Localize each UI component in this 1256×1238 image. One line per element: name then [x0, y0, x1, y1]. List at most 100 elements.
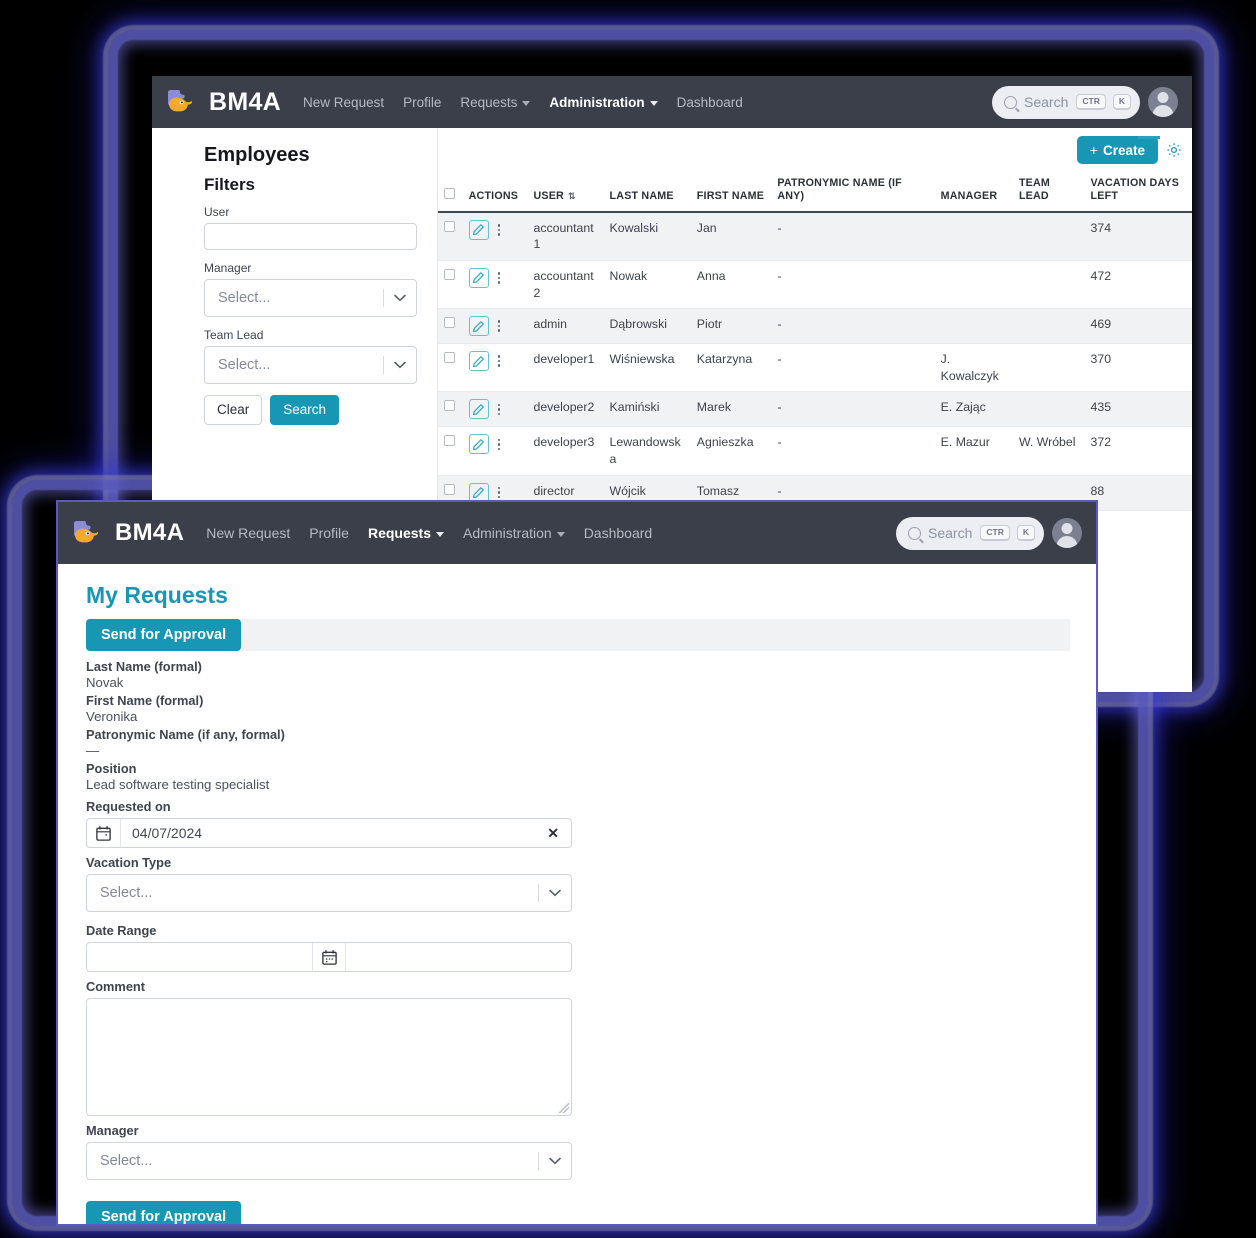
edit-icon[interactable]: [468, 399, 489, 420]
back-brand-label: BM4A: [209, 87, 282, 116]
front-logo[interactable]: BM4A: [72, 518, 184, 548]
first-name-label: First Name (formal): [86, 693, 204, 708]
nav-new-request-label: New Request: [206, 525, 291, 541]
cell-vacation-days-left: 472: [1084, 260, 1192, 310]
more-options-icon[interactable]: [497, 403, 501, 416]
vacation-type-label: Vacation Type: [86, 855, 172, 870]
front-nav-links: New Request Profile Requests Administrat…: [206, 525, 652, 541]
row-checkbox[interactable]: [444, 268, 455, 280]
nav-requests[interactable]: Requests: [368, 525, 444, 541]
create-button[interactable]: + Create: [1076, 136, 1158, 164]
col-user[interactable]: USER ⇅: [527, 171, 604, 213]
date-range-end-input[interactable]: [346, 943, 571, 971]
row-actions-cell: [462, 426, 528, 476]
nav-dashboard[interactable]: Dashboard: [677, 95, 743, 110]
chevron-down-icon: [384, 294, 416, 302]
edit-icon[interactable]: [468, 351, 489, 372]
nav-profile[interactable]: Profile: [309, 525, 349, 541]
employees-table: ACTIONS USER ⇅ LAST NAME FIRST NAME PATRO…: [438, 171, 1192, 511]
approval-toolbar: Send for Approval: [86, 619, 1070, 651]
calendar-icon[interactable]: [87, 819, 121, 847]
comment-textarea[interactable]: [86, 998, 572, 1116]
vacation-type-select[interactable]: Select...: [86, 874, 572, 912]
filter-team-lead-select[interactable]: Select...: [204, 346, 417, 384]
row-actions-cell: [462, 391, 528, 428]
table-row[interactable]: accountant1 Kowalski Jan - 374: [438, 211, 1192, 261]
cell-first-name: Jan: [690, 211, 772, 261]
more-options-icon[interactable]: [497, 486, 501, 499]
table-row[interactable]: developer1 Wiśniewska Katarzyna - J. Kowalcz…: [438, 343, 1192, 393]
nav-profile[interactable]: Profile: [403, 95, 441, 110]
chevron-down-icon: [435, 531, 444, 537]
manager-select[interactable]: Select...: [86, 1142, 572, 1180]
front-search-input[interactable]: Search CTR K: [896, 516, 1044, 550]
row-checkbox[interactable]: [444, 435, 455, 447]
search-button[interactable]: Search: [270, 395, 340, 426]
requested-on-value: 04/07/2024: [132, 825, 203, 841]
row-checkbox[interactable]: [444, 483, 455, 495]
cell-vacation-days-left: 469: [1084, 308, 1192, 345]
send-for-approval-button-top[interactable]: Send for Approval: [86, 619, 242, 651]
edit-icon[interactable]: [468, 267, 489, 288]
date-range-field[interactable]: [86, 942, 572, 972]
nav-administration-label: Administration: [462, 525, 552, 541]
edit-icon[interactable]: [468, 219, 489, 240]
send-for-approval-button-bottom[interactable]: Send for Approval: [86, 1201, 242, 1224]
cell-team-lead: W. Wróbel: [1012, 426, 1085, 476]
gear-icon[interactable]: [1166, 142, 1182, 158]
edit-icon[interactable]: [468, 434, 489, 455]
filter-user-input[interactable]: [204, 223, 417, 250]
back-user-avatar-icon[interactable]: [1148, 87, 1178, 117]
date-range-start-input[interactable]: [87, 943, 312, 971]
clear-date-icon[interactable]: ✕: [535, 825, 571, 842]
back-search-input[interactable]: Search CTR K: [992, 85, 1140, 119]
cell-vacation-days-left: 88: [1084, 475, 1192, 511]
row-checkbox[interactable]: [444, 352, 455, 364]
search-icon: [1004, 95, 1017, 109]
edit-icon[interactable]: [468, 316, 489, 337]
front-navbar: BM4A New Request Profile Requests Admini…: [58, 502, 1096, 564]
table-row[interactable]: developer2 Kamiński Marek - E. Zając 435: [438, 391, 1192, 428]
nav-administration[interactable]: Administration: [463, 525, 565, 541]
table-row[interactable]: developer3 Lewandowska Agnieszka - E. Mazur W…: [438, 426, 1192, 476]
table-row[interactable]: admin Dąbrowski Piotr - 469: [438, 308, 1192, 345]
table-row[interactable]: accountant2 Nowak Anna - 472: [438, 260, 1192, 310]
front-user-avatar-icon[interactable]: [1052, 518, 1082, 548]
nav-new-request[interactable]: New Request: [303, 95, 384, 110]
filter-manager-placeholder: Select...: [218, 290, 271, 306]
nav-new-request[interactable]: New Request: [206, 525, 290, 541]
more-options-icon[interactable]: [497, 272, 501, 284]
filter-manager-select[interactable]: Select...: [204, 279, 417, 317]
clear-button[interactable]: Clear: [204, 395, 263, 426]
back-logo[interactable]: BM4A: [166, 87, 281, 117]
more-options-icon[interactable]: [497, 438, 501, 451]
my-requests-title: My Requests: [86, 582, 228, 608]
row-checkbox[interactable]: [444, 400, 455, 412]
cell-user: accountant2: [527, 260, 604, 310]
nav-dashboard[interactable]: Dashboard: [584, 525, 653, 541]
nav-requests[interactable]: Requests: [460, 95, 531, 110]
back-search-placeholder: Search: [1024, 94, 1069, 110]
cell-patronymic: -: [771, 308, 935, 345]
cell-last-name: Dąbrowski: [603, 308, 691, 345]
select-all-checkbox[interactable]: [444, 188, 455, 200]
cell-user: developer2: [527, 391, 604, 428]
screenshot-stage: BM4A New Request Profile Requests Admini…: [0, 0, 1256, 1238]
row-select-cell: [438, 211, 463, 261]
cell-patronymic: -: [771, 343, 935, 393]
row-checkbox[interactable]: [444, 317, 455, 329]
more-options-icon[interactable]: [497, 355, 501, 367]
row-checkbox[interactable]: [444, 220, 455, 232]
more-options-icon[interactable]: [497, 320, 501, 332]
back-search-kbd-k: K: [1112, 94, 1131, 110]
row-select-cell: [438, 391, 463, 428]
requested-on-field[interactable]: 04/07/2024 ✕: [86, 818, 572, 848]
col-team-lead: TEAM LEAD: [1012, 171, 1085, 213]
calendar-range-icon[interactable]: [312, 943, 346, 971]
position-label: Position: [86, 761, 137, 776]
more-options-icon[interactable]: [497, 224, 501, 236]
back-nav-links: New Request Profile Requests Administrat…: [303, 95, 743, 110]
resize-handle[interactable]: [559, 1103, 569, 1113]
nav-administration[interactable]: Administration: [549, 95, 658, 110]
cell-manager: E. Mazur: [934, 426, 1013, 476]
